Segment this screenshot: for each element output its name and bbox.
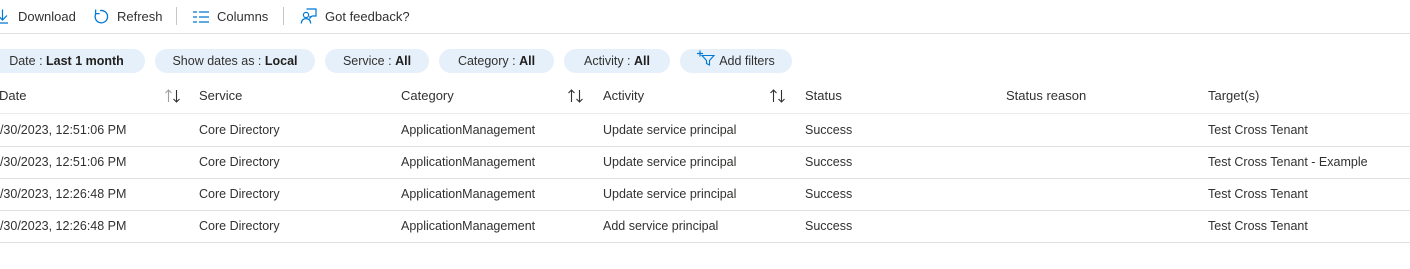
cell-service: Core Directory (199, 187, 280, 201)
column-header-category[interactable]: Category (401, 88, 454, 106)
cell-date: 1/30/2023, 12:26:48 PM (0, 187, 127, 201)
download-label: Download (18, 9, 76, 24)
cell-service: Core Directory (199, 155, 280, 169)
cell-targets: Test Cross Tenant - Example (1208, 155, 1368, 169)
cell-activity: Update service principal (603, 187, 737, 201)
table-row[interactable]: 1/30/2023, 12:51:06 PM Core Directory Ap… (0, 146, 1410, 179)
filter-service-key: Service : (342, 54, 396, 68)
feedback-label: Got feedback? (325, 9, 410, 24)
filter-pill-date[interactable]: Date : Last 1 month (0, 49, 145, 73)
sort-date-icon[interactable] (164, 89, 182, 108)
filter-pill-category[interactable]: Category : All (439, 49, 554, 73)
filter-pill-service[interactable]: Service : All (325, 49, 429, 73)
cell-date: 1/30/2023, 12:51:06 PM (0, 123, 127, 137)
column-header-service[interactable]: Service (199, 88, 242, 106)
columns-label: Columns (217, 9, 269, 24)
columns-icon (193, 10, 209, 23)
cell-targets: Test Cross Tenant (1208, 187, 1308, 201)
cell-category: ApplicationManagement (401, 155, 536, 169)
cell-activity: Update service principal (603, 155, 737, 169)
filter-date-key: Date : (9, 54, 47, 68)
cell-service: Core Directory (199, 123, 280, 137)
columns-button[interactable]: Columns (193, 0, 268, 33)
cell-category: ApplicationManagement (401, 123, 536, 137)
toolbar-divider (283, 7, 284, 25)
filter-service-value: All (395, 54, 412, 68)
cell-service: Core Directory (199, 219, 280, 233)
column-header-status-reason[interactable]: Status reason (1006, 88, 1086, 106)
toolbar-divider (176, 7, 177, 25)
cell-targets: Test Cross Tenant (1208, 123, 1308, 137)
cell-category: ApplicationManagement (401, 187, 536, 201)
filter-category-value: All (519, 54, 536, 68)
add-filters-label: Add filters (719, 54, 775, 68)
download-icon (0, 9, 9, 24)
table-row[interactable]: 1/30/2023, 12:26:48 PM Core Directory Ap… (0, 210, 1410, 243)
filter-category-key: Category : (457, 54, 520, 68)
add-filter-icon (697, 50, 716, 69)
column-header-targets[interactable]: Target(s) (1208, 88, 1259, 106)
cell-date: 1/30/2023, 12:26:48 PM (0, 219, 127, 233)
cell-activity: Add service principal (603, 219, 719, 233)
cell-date: 1/30/2023, 12:51:06 PM (0, 155, 127, 169)
column-header-date[interactable]: Date (0, 88, 26, 106)
filter-activity-value: All (634, 54, 650, 68)
column-header-status[interactable]: Status (805, 88, 842, 106)
command-bar: Download Refresh Columns Got feedback? (0, 0, 1410, 34)
refresh-label: Refresh (117, 9, 163, 24)
refresh-icon (93, 8, 110, 25)
cell-status: Success (805, 123, 853, 137)
table-row[interactable]: 1/30/2023, 12:26:48 PM Core Directory Ap… (0, 178, 1410, 211)
table-row[interactable]: 1/30/2023, 12:51:06 PM Core Directory Ap… (0, 114, 1410, 147)
feedback-icon (300, 8, 317, 25)
cell-status: Success (805, 155, 853, 169)
cell-status: Success (805, 187, 853, 201)
cell-status: Success (805, 219, 853, 233)
filter-show-dates-value: Local (264, 54, 298, 68)
filter-date-value: Last 1 month (46, 54, 124, 68)
filter-show-dates-key: Show dates as : (172, 54, 265, 68)
feedback-button[interactable]: Got feedback? (300, 0, 410, 33)
sort-category-icon[interactable] (567, 89, 585, 108)
filter-pill-show-dates[interactable]: Show dates as : Local (155, 49, 315, 73)
column-header-activity[interactable]: Activity (603, 88, 644, 106)
filter-pill-activity[interactable]: Activity : All (564, 49, 670, 73)
sort-activity-icon[interactable] (769, 89, 787, 108)
cell-activity: Update service principal (603, 123, 737, 137)
download-button[interactable]: Download (0, 0, 76, 33)
cell-category: ApplicationManagement (401, 219, 536, 233)
refresh-button[interactable]: Refresh (93, 0, 163, 33)
filter-activity-key: Activity : (584, 54, 635, 68)
add-filters-button[interactable]: Add filters (680, 49, 792, 73)
cell-targets: Test Cross Tenant (1208, 219, 1308, 233)
